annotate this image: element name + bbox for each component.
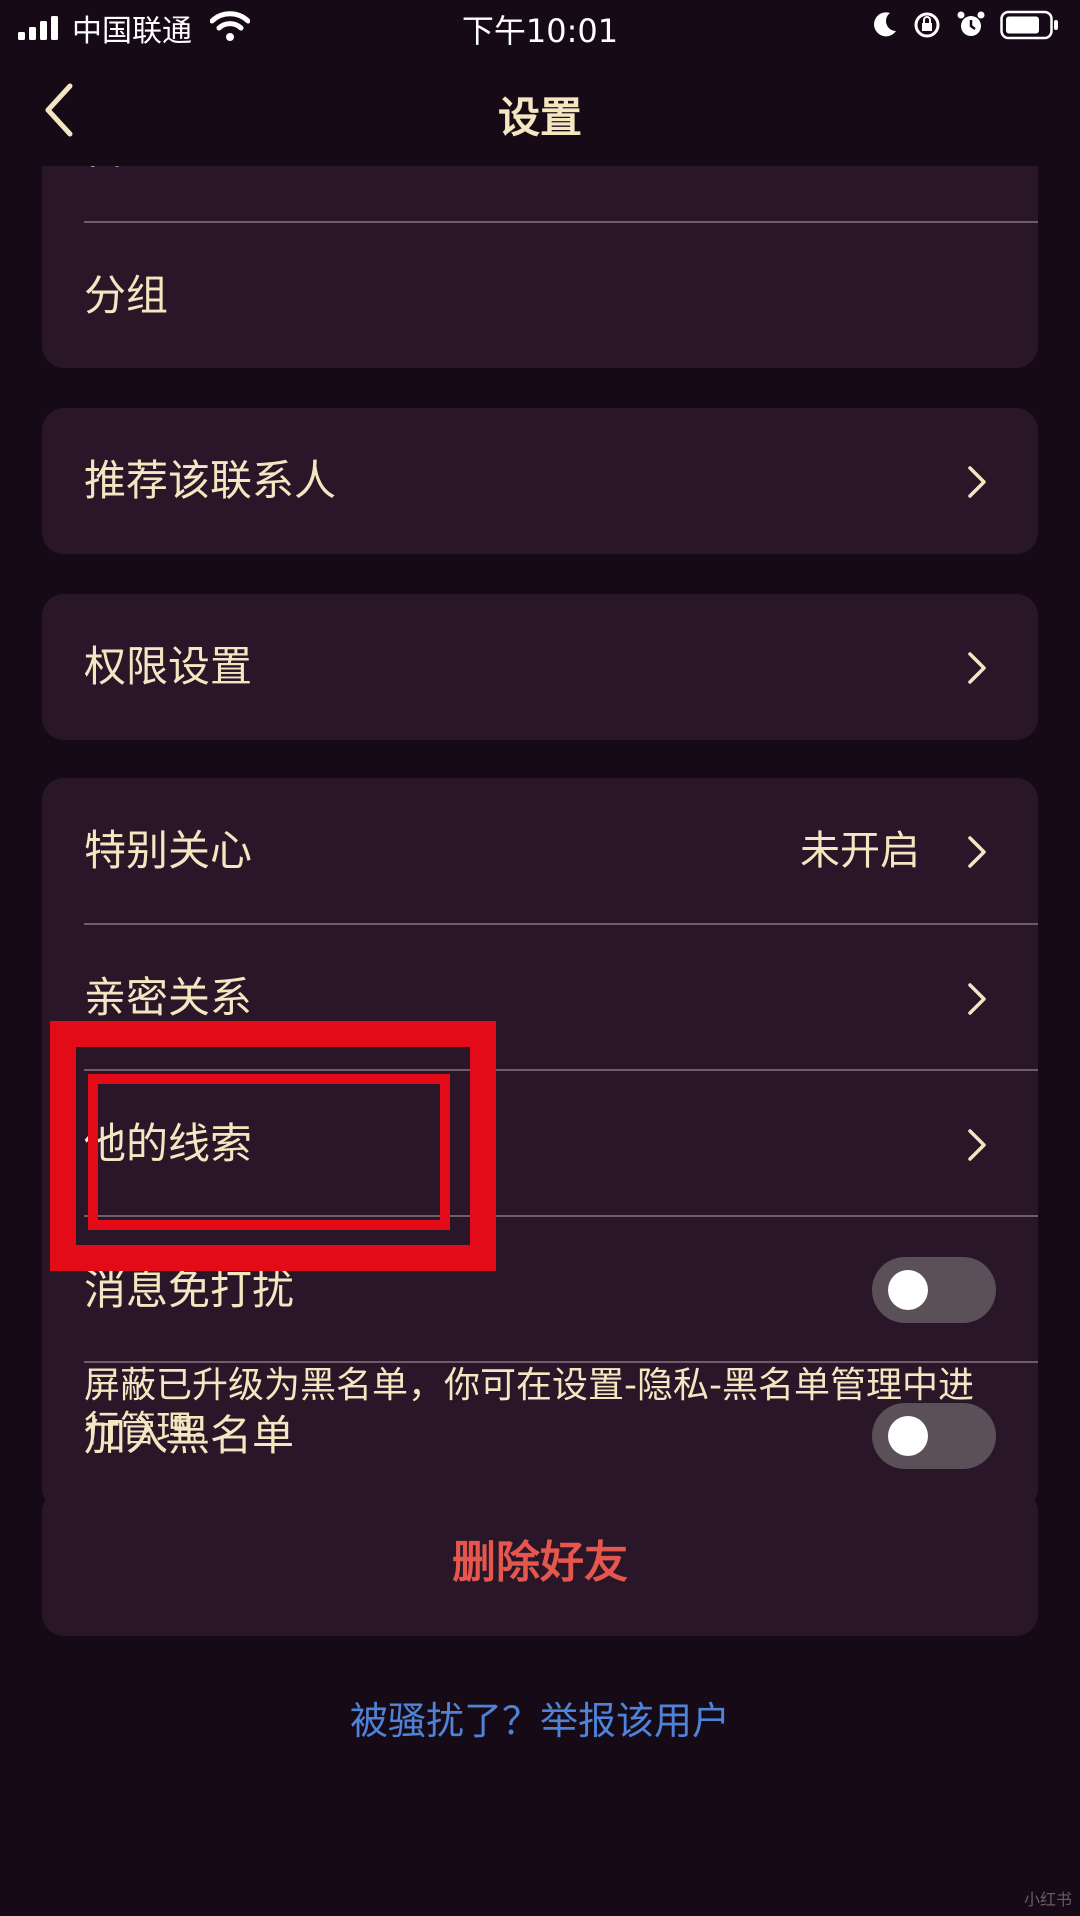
- row-label: 推荐该联系人: [84, 456, 337, 505]
- row-label: 权限设置: [84, 642, 253, 691]
- page-title: 设置: [497, 93, 582, 142]
- watermark: 小红书: [1023, 1890, 1072, 1909]
- row-label: 分组: [84, 271, 169, 320]
- navigation-bar: 设置: [0, 70, 1080, 150]
- battery-icon: [1000, 10, 1058, 40]
- row-label: 备注: [84, 166, 168, 222]
- rotation-lock-icon: [914, 12, 940, 38]
- chevron-right-icon: [968, 652, 986, 684]
- moon-icon: [874, 12, 896, 37]
- blacklist-note: 屏蔽已升级为黑名单，你可在设置-隐私-黑名单管理中进行管理。: [84, 1365, 974, 1450]
- chevron-right-icon: [968, 983, 986, 1015]
- row-remark[interactable]: 备注: [42, 166, 1038, 222]
- delete-friend-button[interactable]: 删除好友: [42, 1490, 1038, 1636]
- status-icons: [872, 10, 1060, 40]
- chevron-right-icon: [968, 836, 986, 868]
- row-label: 特别关心: [84, 826, 253, 875]
- row-special-care[interactable]: 特别关心 未开启: [42, 778, 1038, 924]
- chevron-right-icon: [968, 1129, 986, 1161]
- highlight-annotation-inner: [88, 1074, 450, 1230]
- card-recommend: 推荐该联系人: [42, 408, 1038, 554]
- report-user-link[interactable]: 被骚扰了？举报该用户: [0, 1690, 1080, 1745]
- toggle-knob: [888, 1270, 928, 1310]
- chevron-right-icon: [968, 466, 986, 498]
- row-value: 未开启: [800, 828, 920, 874]
- card-remark-group: 备注 分组: [42, 166, 1038, 368]
- row-group[interactable]: 分组: [42, 223, 1038, 368]
- row-recommend-contact[interactable]: 推荐该联系人: [42, 408, 1038, 554]
- card-permissions: 权限设置: [42, 594, 1038, 740]
- status-bar: 中国联通 下午10:01: [0, 0, 1080, 56]
- do-not-disturb-toggle[interactable]: [872, 1257, 996, 1323]
- alarm-icon: [957, 11, 985, 36]
- row-permission-settings[interactable]: 权限设置: [42, 594, 1038, 740]
